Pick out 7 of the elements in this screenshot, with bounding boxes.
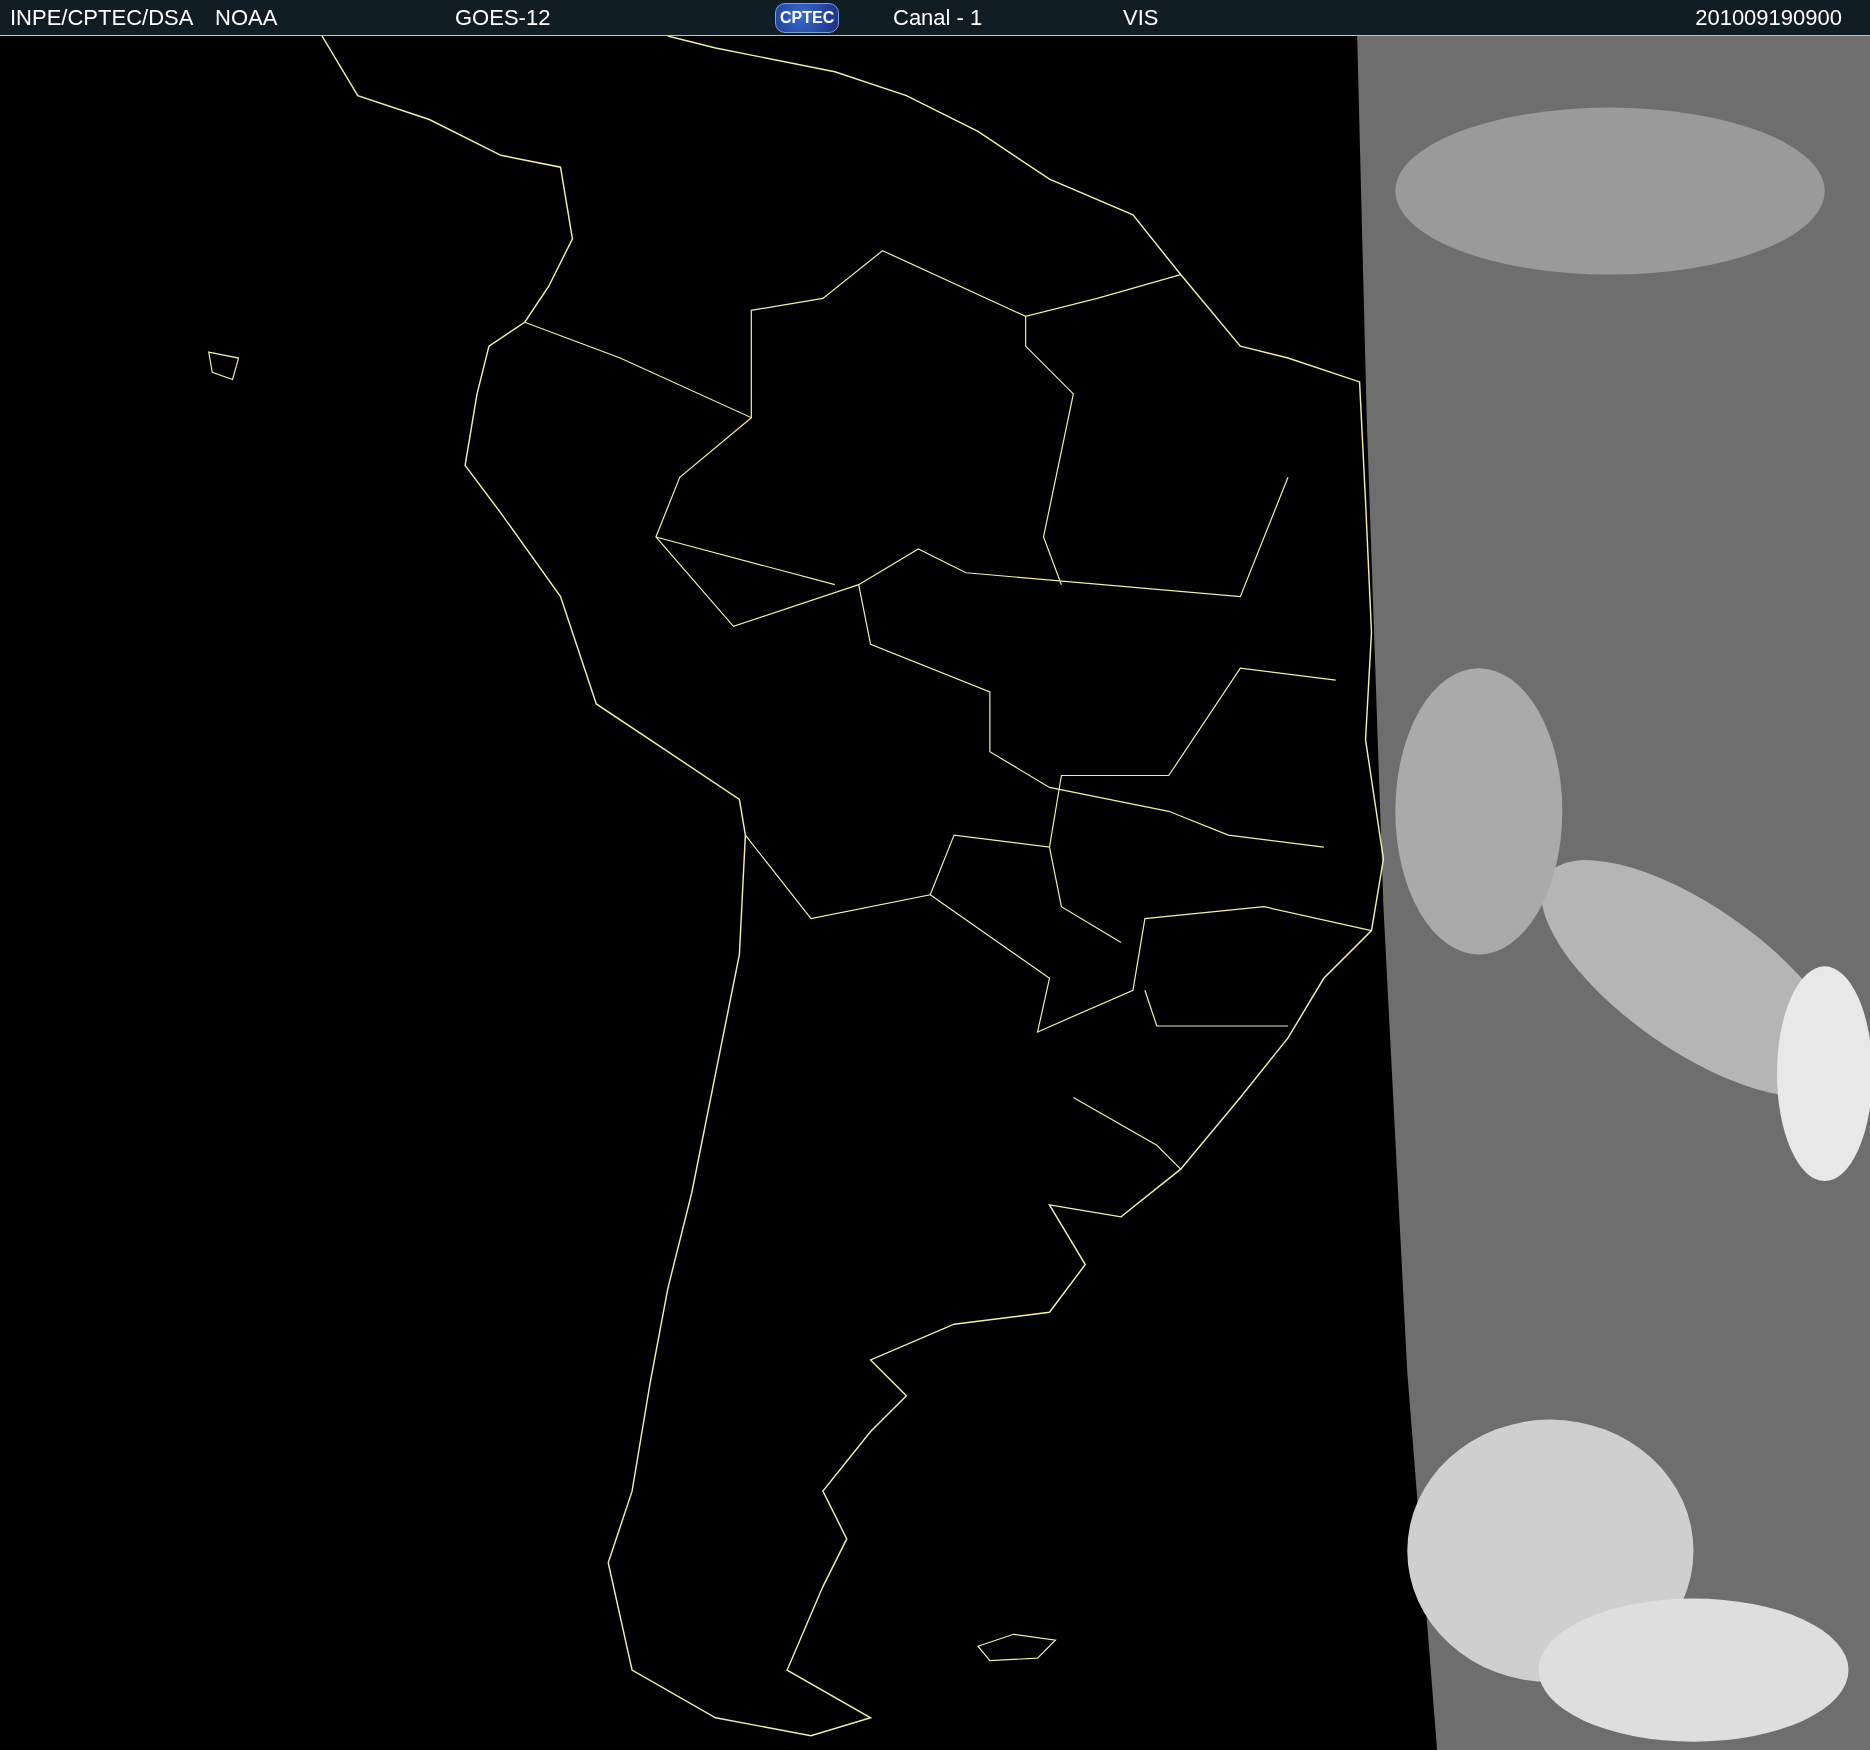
header-label: Canal - 1 xyxy=(893,4,984,31)
header-label: INPE/CPTEC/DSA xyxy=(10,4,195,31)
header-label: 201009190900 xyxy=(1695,4,1843,31)
header-label: NOAA xyxy=(215,4,279,31)
logo: CPTEC xyxy=(775,2,840,33)
header-label: GOES-12 xyxy=(455,4,552,31)
header-label: VIS xyxy=(1123,4,1160,31)
